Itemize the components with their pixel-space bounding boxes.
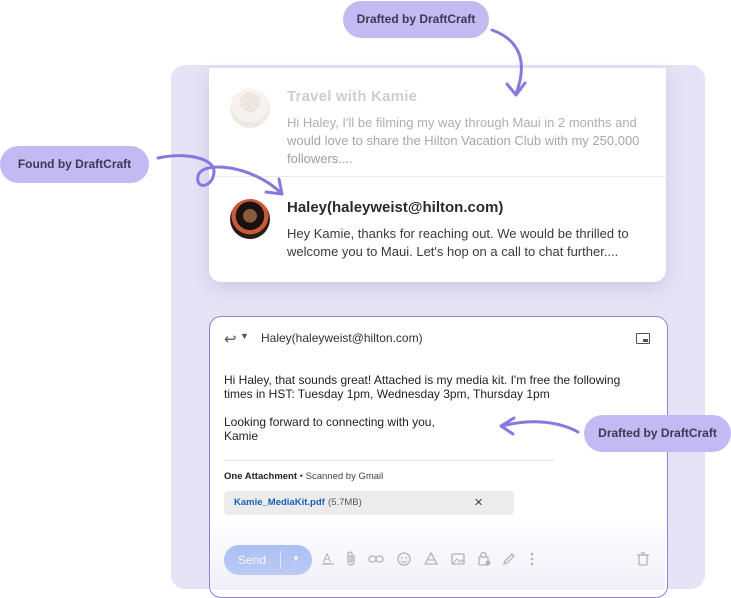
callout-arrows xyxy=(156,28,580,436)
arrow-drafted-top-head xyxy=(505,81,527,97)
arrow-drafted-right xyxy=(500,420,580,434)
arrow-found xyxy=(156,154,283,195)
